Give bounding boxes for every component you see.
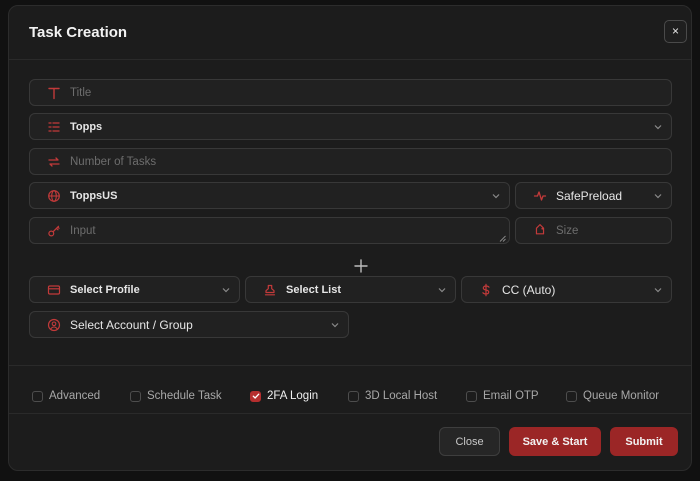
check-icon <box>252 393 259 399</box>
text-t-icon <box>47 86 61 100</box>
options-divider-bottom <box>9 413 691 414</box>
task-creation-modal: Task Creation × Title Topps Number of Ta… <box>8 5 692 471</box>
region-select-value: ToppsUS <box>70 189 118 202</box>
option-advanced[interactable]: Advanced <box>32 389 100 403</box>
credit-card-icon <box>47 283 61 297</box>
option-email-otp[interactable]: Email OTP <box>466 389 539 403</box>
input-textarea[interactable]: Input <box>29 217 510 244</box>
option-3d-local-host[interactable]: 3D Local Host <box>348 389 437 403</box>
modal-header: Task Creation × <box>9 6 691 60</box>
account-select-value: Select Account / Group <box>70 317 193 332</box>
title-placeholder: Title <box>70 86 92 99</box>
chevron-down-icon <box>653 122 663 132</box>
list-icon <box>47 120 61 134</box>
site-select[interactable]: Topps <box>29 113 672 140</box>
option-label: 2FA Login <box>267 390 319 402</box>
resize-handle-icon[interactable] <box>499 233 506 242</box>
account-select[interactable]: Select Account / Group <box>29 311 349 338</box>
size-input[interactable]: Size <box>515 217 672 244</box>
option-label: Email OTP <box>483 390 539 402</box>
user-circle-icon <box>47 318 61 332</box>
modal-title: Task Creation <box>29 24 128 41</box>
stamp-icon <box>263 283 277 297</box>
list-select-value: Select List <box>286 283 342 296</box>
mode-select[interactable]: SafePreload <box>515 182 672 209</box>
dollar-icon <box>479 283 493 297</box>
chevron-down-icon <box>221 285 231 295</box>
chevron-down-icon <box>437 285 447 295</box>
globe-icon <box>47 189 61 203</box>
profile-select[interactable]: Select Profile <box>29 276 240 303</box>
task-count-input[interactable]: Number of Tasks <box>29 148 672 175</box>
input-placeholder: Input <box>70 224 96 237</box>
chevron-down-icon <box>653 191 663 201</box>
title-input[interactable]: Title <box>29 79 672 106</box>
3d-local-host-checkbox[interactable] <box>348 390 359 402</box>
region-select[interactable]: ToppsUS <box>29 182 510 209</box>
option-schedule-task[interactable]: Schedule Task <box>130 389 222 403</box>
option-label: Schedule Task <box>147 390 222 402</box>
option-queue-monitor[interactable]: Queue Monitor <box>566 389 659 403</box>
payment-select[interactable]: CC (Auto) <box>461 276 672 303</box>
options-divider-top <box>9 365 691 366</box>
size-placeholder: Size <box>556 224 579 237</box>
email-otp-checkbox[interactable] <box>466 390 477 402</box>
tag-icon <box>533 223 547 238</box>
list-select[interactable]: Select List <box>245 276 456 303</box>
save-and-start-button[interactable]: Save & Start <box>509 427 601 456</box>
advanced-checkbox[interactable] <box>32 390 43 402</box>
queue-monitor-checkbox[interactable] <box>566 390 577 402</box>
payment-select-value: CC (Auto) <box>502 282 556 297</box>
schedule-task-checkbox[interactable] <box>130 390 141 402</box>
site-select-value: Topps <box>70 120 103 133</box>
chevron-down-icon <box>491 191 501 201</box>
task-count-placeholder: Number of Tasks <box>70 155 157 168</box>
activity-icon <box>533 189 547 203</box>
add-row-icon[interactable] <box>353 258 369 274</box>
chevron-down-icon <box>653 285 663 295</box>
submit-button[interactable]: Submit <box>610 427 678 456</box>
close-button[interactable]: Close <box>439 427 500 456</box>
option-label: 3D Local Host <box>365 390 438 402</box>
repeat-icon <box>47 155 61 169</box>
key-icon <box>47 224 61 238</box>
option-2fa-login[interactable]: 2FA Login <box>250 389 318 403</box>
profile-select-value: Select Profile <box>70 283 140 296</box>
option-label: Advanced <box>49 390 101 402</box>
close-icon: × <box>671 24 679 38</box>
mode-select-value: SafePreload <box>556 188 623 203</box>
option-label: Queue Monitor <box>583 390 660 402</box>
close-modal-button[interactable]: × <box>664 20 687 43</box>
2fa-login-checkbox[interactable] <box>250 390 261 402</box>
chevron-down-icon <box>330 320 340 330</box>
